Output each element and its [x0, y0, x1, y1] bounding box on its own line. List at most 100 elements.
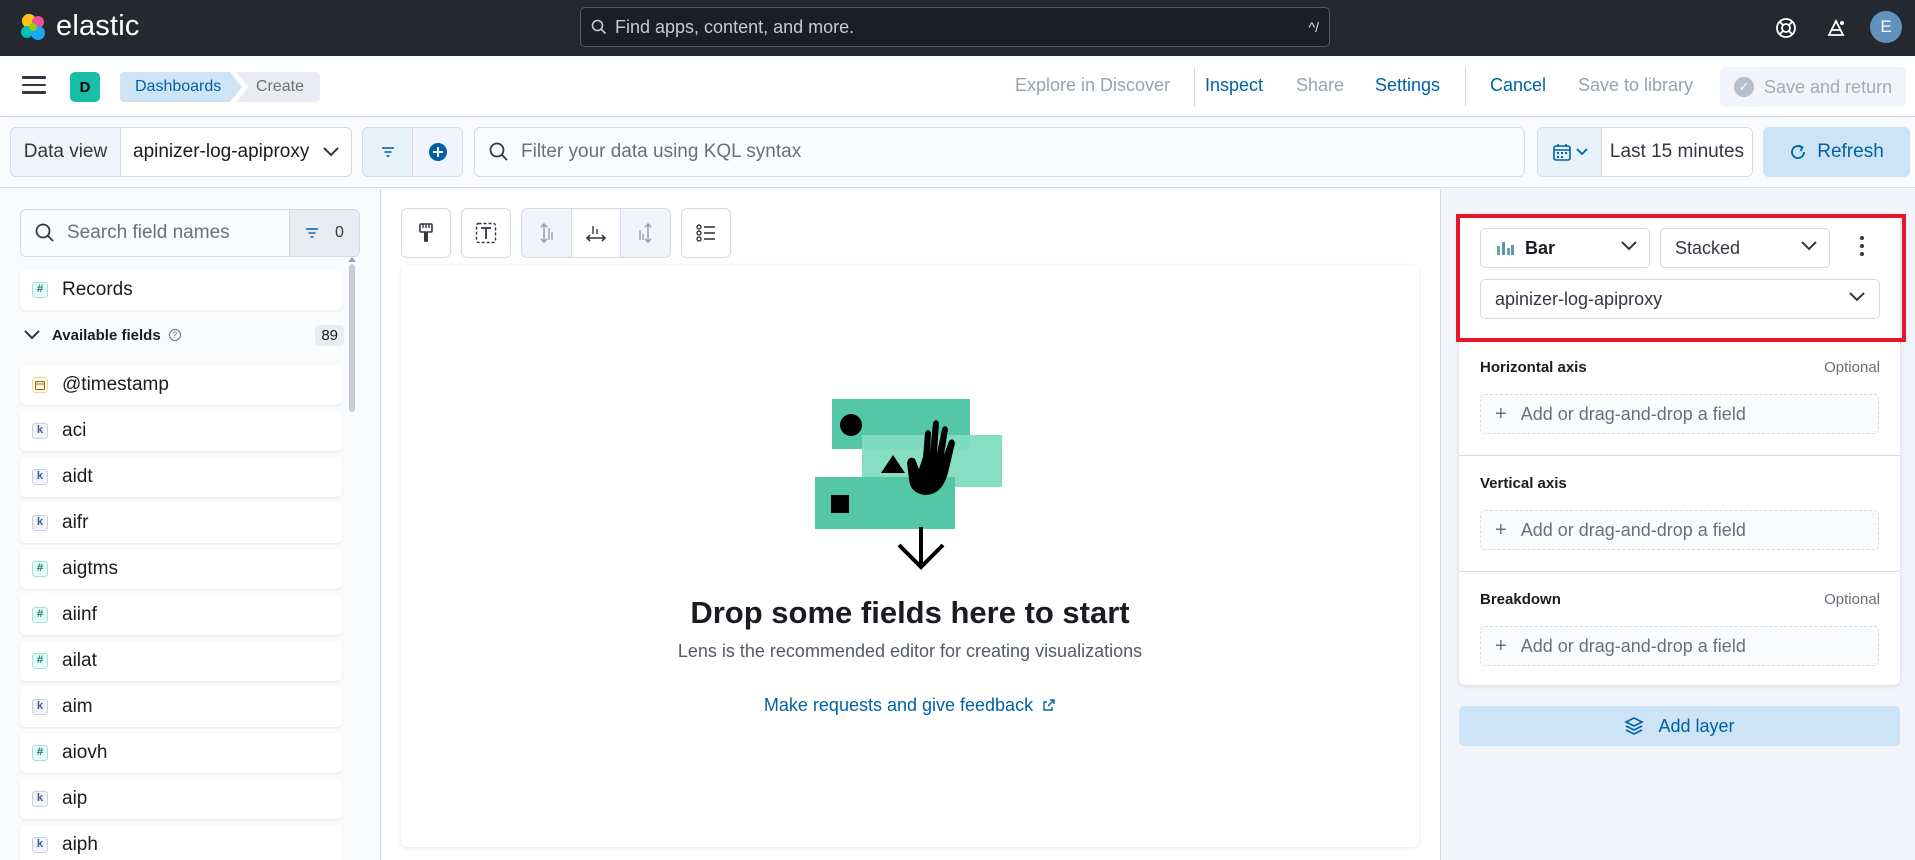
field-search-input[interactable]: Search field names — [21, 210, 289, 256]
refresh-button[interactable]: Refresh — [1763, 127, 1910, 177]
settings-button[interactable]: Settings — [1375, 75, 1440, 96]
field-name: ailat — [62, 650, 97, 671]
field-item[interactable]: @timestamp — [20, 365, 342, 405]
save-to-library-button[interactable]: Save to library — [1578, 75, 1693, 96]
workspace-drop-zone[interactable]: Drop some fields here to start Lens is t… — [401, 265, 1419, 847]
optional-label: Optional — [1824, 359, 1880, 376]
number-type-icon: # — [32, 745, 48, 761]
field-item[interactable]: # aiovh — [20, 733, 342, 773]
explore-in-discover-button[interactable]: Explore in Discover — [1015, 75, 1170, 96]
divider — [1194, 68, 1195, 106]
field-item[interactable]: k aim — [20, 687, 342, 727]
time-range-label[interactable]: Last 15 minutes — [1602, 128, 1752, 176]
drag-drop-illustration-icon — [815, 399, 1002, 570]
legend-settings-button[interactable] — [681, 208, 731, 258]
feedback-link[interactable]: Make requests and give feedback — [401, 695, 1419, 716]
field-name: aigtms — [62, 558, 118, 579]
elastic-logo[interactable]: elastic — [18, 10, 140, 43]
data-view-label: Data view — [11, 128, 121, 176]
dimension-label: Breakdown — [1480, 591, 1561, 608]
field-name: @timestamp — [62, 374, 169, 395]
quick-menu-button[interactable] — [1538, 128, 1602, 176]
field-item[interactable]: # aiinf — [20, 595, 342, 635]
add-filter-button[interactable] — [413, 128, 462, 176]
add-field-placeholder: Add or drag-and-drop a field — [1520, 519, 1746, 540]
query-bar: Data view apinizer-log-apiproxy Filter y… — [0, 118, 1915, 188]
kql-search-input[interactable]: Filter your data using KQL syntax — [474, 127, 1525, 177]
plus-icon: + — [1495, 634, 1507, 657]
plus-in-circle-icon — [428, 143, 447, 161]
share-button[interactable]: Share — [1296, 75, 1344, 96]
field-list-scrollbar[interactable] — [349, 264, 355, 412]
help-icon[interactable] — [1772, 14, 1800, 42]
available-fields-count: 89 — [315, 324, 344, 346]
field-item[interactable]: # aigtms — [20, 549, 342, 589]
records-label: Records — [62, 279, 133, 300]
space-avatar[interactable]: D — [70, 72, 100, 102]
data-view-picker[interactable]: Data view apinizer-log-apiproxy — [10, 127, 352, 177]
field-search: Search field names 0 — [20, 209, 360, 257]
field-name: aiph — [62, 834, 98, 855]
data-view-value: apinizer-log-apiproxy — [133, 141, 310, 162]
right-axis-button[interactable] — [621, 209, 670, 257]
user-avatar[interactable]: E — [1870, 11, 1902, 43]
keyword-type-icon: k — [32, 515, 48, 531]
axis-settings-group — [521, 208, 671, 258]
cancel-button[interactable]: Cancel — [1490, 75, 1546, 96]
records-field[interactable]: # Records — [20, 270, 342, 310]
kql-placeholder: Filter your data using KQL syntax — [521, 141, 802, 162]
search-icon — [489, 142, 508, 161]
left-axis-button[interactable] — [522, 209, 572, 257]
field-item[interactable]: k aidt — [20, 457, 342, 497]
filter-count: 0 — [335, 224, 344, 241]
filter-icon — [381, 147, 394, 157]
info-icon[interactable]: ? — [168, 329, 181, 341]
bottom-axis-icon — [585, 226, 607, 242]
divider — [1465, 68, 1466, 106]
visual-options-button[interactable] — [401, 208, 451, 258]
field-item[interactable]: # ailat — [20, 641, 342, 681]
field-item[interactable]: k aci — [20, 411, 342, 451]
add-layer-button[interactable]: Add layer — [1459, 706, 1900, 746]
add-field-drop-zone[interactable]: + Add or drag-and-drop a field — [1480, 626, 1879, 666]
dimension-breakdown: Breakdown Optional + Add or drag-and-dro… — [1459, 587, 1900, 677]
filter-icon — [306, 228, 319, 238]
date-picker[interactable]: Last 15 minutes — [1537, 127, 1753, 177]
search-shortcut: ^/ — [1308, 19, 1319, 35]
add-field-drop-zone[interactable]: + Add or drag-and-drop a field — [1480, 510, 1879, 550]
global-search-input[interactable]: Find apps, content, and more. ^/ — [580, 7, 1330, 47]
breadcrumb-dashboards[interactable]: Dashboards — [120, 72, 242, 102]
save-and-return-label: Save and return — [1764, 76, 1893, 97]
field-type-filter-button[interactable]: 0 — [289, 210, 359, 256]
number-type-icon: # — [32, 653, 48, 669]
number-type-icon: # — [32, 561, 48, 577]
add-field-drop-zone[interactable]: + Add or drag-and-drop a field — [1480, 394, 1879, 434]
field-list-panel: Search field names 0 # Records Available… — [0, 189, 381, 860]
news-feed-icon[interactable] — [1822, 14, 1850, 42]
right-axis-icon — [638, 222, 652, 244]
dimension-label: Horizontal axis — [1480, 359, 1587, 376]
chevron-down-icon — [24, 330, 40, 340]
toolbar-titles — [461, 208, 511, 258]
field-item[interactable]: k aifr — [20, 503, 342, 543]
hamburger-menu-icon[interactable] — [22, 76, 46, 96]
date-type-icon — [32, 377, 48, 393]
field-item[interactable]: k aiph — [20, 825, 342, 860]
global-search-placeholder: Find apps, content, and more. — [615, 16, 855, 37]
keyword-type-icon: k — [32, 699, 48, 715]
available-fields-label: Available fields — [52, 326, 161, 344]
bottom-axis-button[interactable] — [571, 209, 622, 257]
chevron-down-icon — [311, 128, 351, 176]
text-icon — [475, 222, 497, 244]
scroll-up-arrow[interactable] — [348, 257, 356, 262]
available-fields-header[interactable]: Available fields ? 89 — [24, 320, 344, 350]
save-and-return-button[interactable]: ✓ Save and return — [1720, 67, 1906, 107]
dimension-vertical-axis: Vertical axis + Add or drag-and-drop a f… — [1459, 471, 1900, 572]
search-icon — [591, 19, 607, 35]
feedback-link-label: Make requests and give feedback — [763, 695, 1034, 715]
titles-and-text-button[interactable] — [461, 208, 511, 258]
inspect-button[interactable]: Inspect — [1205, 75, 1263, 96]
field-item[interactable]: k aip — [20, 779, 342, 819]
filter-menu-button[interactable] — [363, 128, 413, 176]
list-icon — [696, 224, 715, 242]
